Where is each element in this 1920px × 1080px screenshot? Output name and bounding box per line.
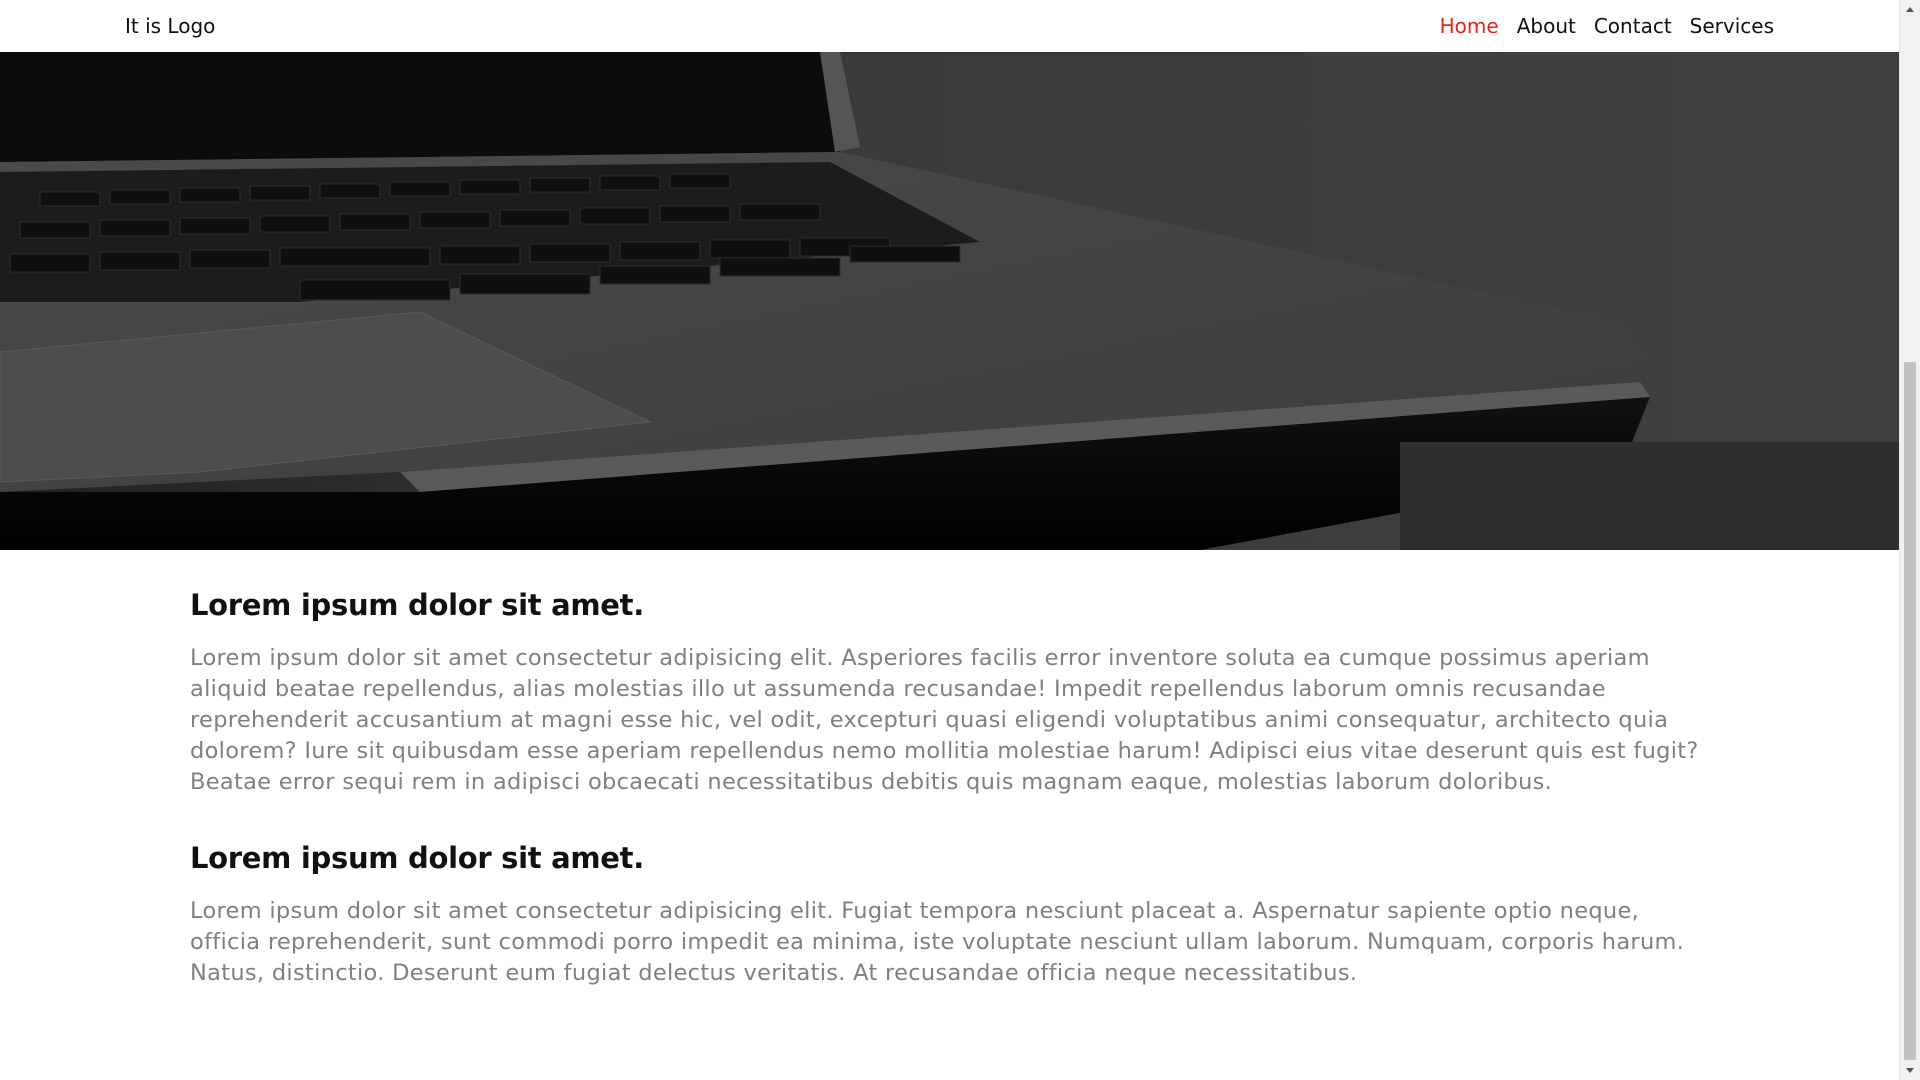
main-content: Lorem ipsum dolor sit amet. Lorem ipsum … xyxy=(190,585,1710,989)
nav-link-services[interactable]: Services xyxy=(1690,13,1774,39)
content-section: Lorem ipsum dolor sit amet. Lorem ipsum … xyxy=(190,585,1710,798)
section-paragraph: Lorem ipsum dolor sit amet consectetur a… xyxy=(190,645,1699,795)
section-heading: Lorem ipsum dolor sit amet. xyxy=(190,588,644,622)
logo-link[interactable]: It is Logo xyxy=(125,13,215,39)
vertical-scrollbar[interactable] xyxy=(1899,0,1920,1080)
scroll-down-arrow-icon[interactable] xyxy=(1906,1068,1914,1073)
content-section: Lorem ipsum dolor sit amet. Lorem ipsum … xyxy=(190,838,1710,989)
section-heading: Lorem ipsum dolor sit amet. xyxy=(190,841,644,875)
navbar: It is Logo Home About Contact Services xyxy=(0,0,1899,52)
hero-banner xyxy=(0,52,1899,550)
laptop-keyboard-image xyxy=(0,52,1899,550)
nav-links: Home About Contact Services xyxy=(1440,13,1774,39)
section-paragraph: Lorem ipsum dolor sit amet consectetur a… xyxy=(190,898,1685,986)
nav-link-about[interactable]: About xyxy=(1517,13,1576,39)
scroll-up-arrow-icon[interactable] xyxy=(1906,7,1914,12)
scroll-thumb[interactable] xyxy=(1904,362,1916,1060)
page: It is Logo Home About Contact Services L… xyxy=(0,0,1920,1080)
nav-link-home[interactable]: Home xyxy=(1440,13,1499,39)
nav-link-contact[interactable]: Contact xyxy=(1594,13,1672,39)
